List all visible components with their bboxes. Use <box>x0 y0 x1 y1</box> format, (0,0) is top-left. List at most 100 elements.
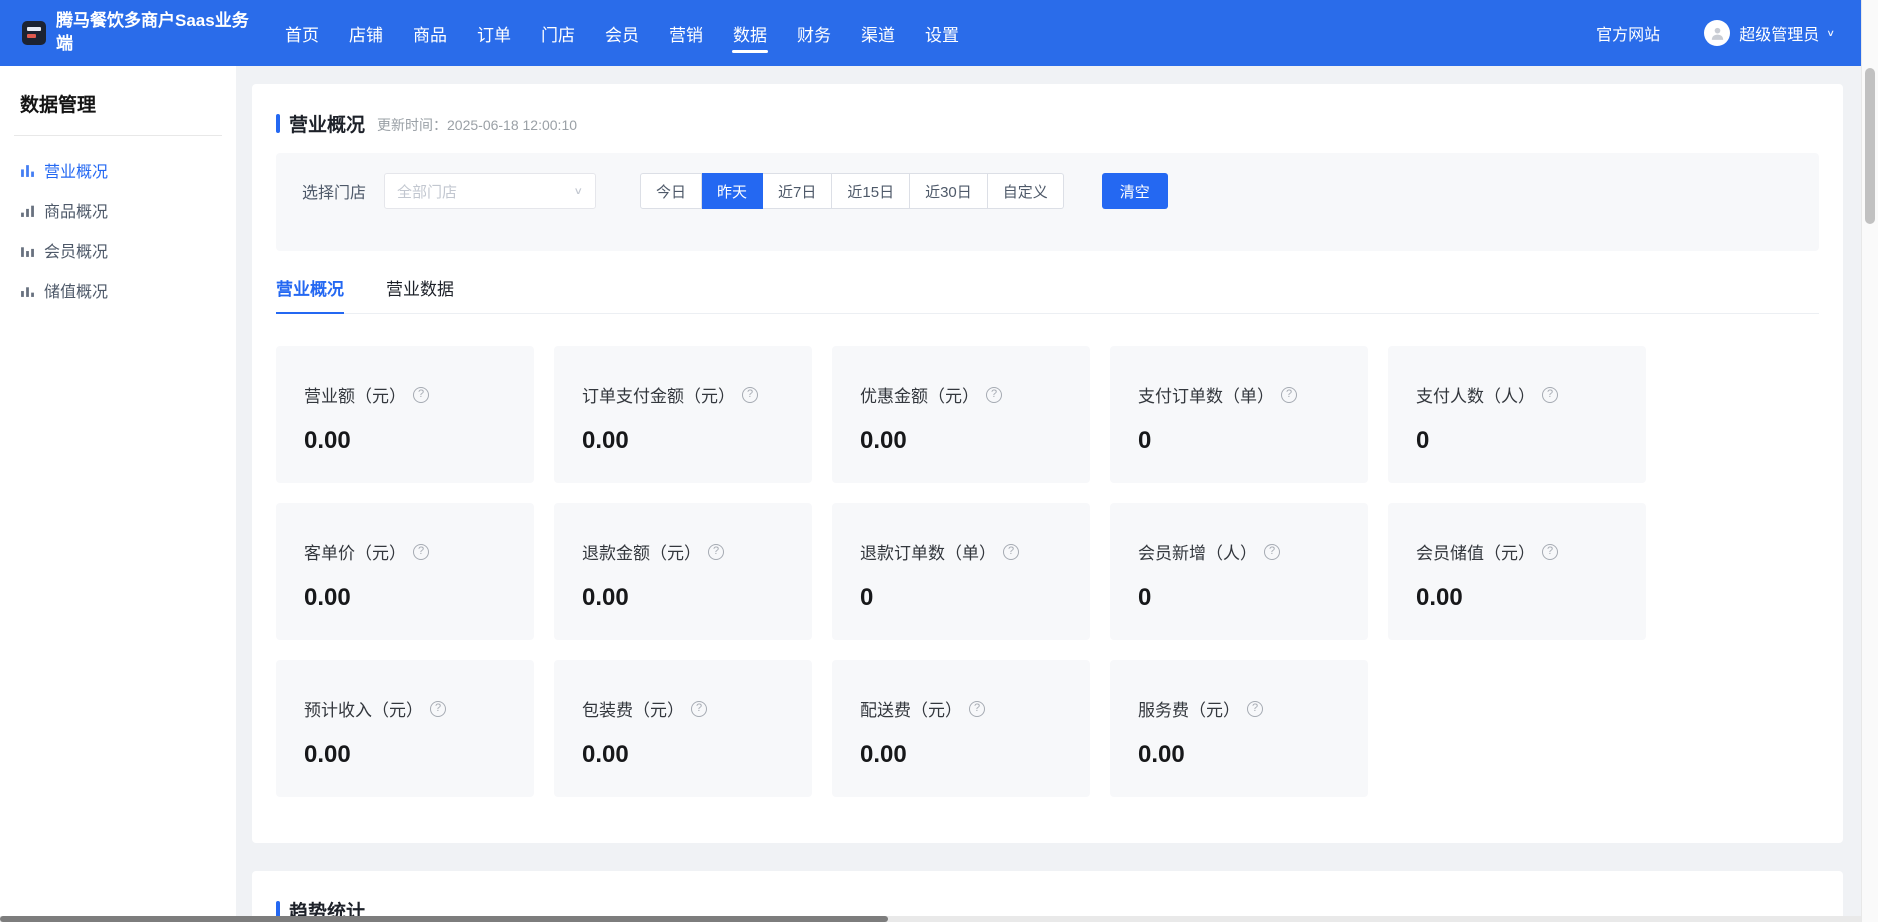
store-select[interactable]: 全部门店 ∨ <box>384 173 596 209</box>
nav-item-orders[interactable]: 订单 <box>462 0 526 66</box>
help-icon[interactable]: ? <box>1247 701 1263 717</box>
help-icon[interactable]: ? <box>986 387 1002 403</box>
business-overview-card: 营业概况 更新时间：2025-06-18 12:00:10 选择门店 全部门店 … <box>252 84 1843 843</box>
section-title: 营业概况 <box>289 110 365 137</box>
range-button-7days[interactable]: 近7日 <box>763 173 832 209</box>
nav-item-stores[interactable]: 门店 <box>526 0 590 66</box>
stat-label: 营业额（元） <box>304 382 406 407</box>
nav-item-channels[interactable]: 渠道 <box>846 0 910 66</box>
help-icon[interactable]: ? <box>1281 387 1297 403</box>
bar-chart-icon <box>20 203 35 218</box>
stat-label: 预计收入（元） <box>304 696 423 721</box>
nav-item-home[interactable]: 首页 <box>270 0 334 66</box>
help-icon[interactable]: ? <box>430 701 446 717</box>
nav-item-members[interactable]: 会员 <box>590 0 654 66</box>
stat-value: 0 <box>1138 584 1340 612</box>
sidebar-title: 数据管理 <box>0 90 236 117</box>
bar-chart-icon <box>20 163 35 178</box>
vertical-scrollbar[interactable] <box>1861 0 1878 922</box>
filter-row: 选择门店 全部门店 ∨ 今日 昨天 近7日 近15日 近30日 自定义 <box>302 173 1168 209</box>
nav-item-finance[interactable]: 财务 <box>782 0 846 66</box>
stat-card-paying-users: 支付人数（人）? 0 <box>1388 346 1646 483</box>
sidebar-divider <box>14 135 222 136</box>
sidebar-item-label: 商品概况 <box>44 198 108 222</box>
range-button-today[interactable]: 今日 <box>640 173 702 209</box>
stat-label: 退款订单数（单） <box>860 539 996 564</box>
sidebar-item-business-overview[interactable]: 营业概况 <box>0 150 236 190</box>
date-range-group: 今日 昨天 近7日 近15日 近30日 自定义 <box>640 173 1064 209</box>
stat-card-estimated-income: 预计收入（元）? 0.00 <box>276 660 534 797</box>
stat-card-refund-amount: 退款金额（元）? 0.00 <box>554 503 812 640</box>
nav-item-settings[interactable]: 设置 <box>910 0 974 66</box>
nav-item-shop[interactable]: 店铺 <box>334 0 398 66</box>
help-icon[interactable]: ? <box>1542 544 1558 560</box>
tab-business-overview[interactable]: 营业概况 <box>276 275 344 313</box>
sidebar: 数据管理 营业概况 商品概况 会员概况 储值概况 <box>0 66 236 922</box>
stat-label: 会员储值（元） <box>1416 539 1535 564</box>
sidebar-item-member-overview[interactable]: 会员概况 <box>0 230 236 270</box>
nav-item-marketing[interactable]: 营销 <box>654 0 718 66</box>
nav-item-data[interactable]: 数据 <box>718 0 782 66</box>
sidebar-item-label: 储值概况 <box>44 278 108 302</box>
sidebar-item-label: 营业概况 <box>44 158 108 182</box>
stat-value: 0.00 <box>582 741 784 769</box>
stat-card-discount-amount: 优惠金额（元）? 0.00 <box>832 346 1090 483</box>
top-navbar: 腾马餐饮多商户Saas业务端 首页 店铺 商品 订单 门店 会员 营销 数据 财… <box>0 0 1861 66</box>
sidebar-item-stored-value-overview[interactable]: 储值概况 <box>0 270 236 310</box>
trend-statistics-card: 趋势统计 <box>252 871 1843 922</box>
stat-label: 订单支付金额（元） <box>582 382 735 407</box>
app-title: 腾马餐饮多商户Saas业务端 <box>56 10 252 56</box>
range-button-yesterday[interactable]: 昨天 <box>702 173 763 209</box>
tab-business-data[interactable]: 营业数据 <box>386 275 454 313</box>
range-button-30days[interactable]: 近30日 <box>910 173 988 209</box>
stat-label: 服务费（元） <box>1138 696 1240 721</box>
stat-card-revenue: 营业额（元）? 0.00 <box>276 346 534 483</box>
official-website-link[interactable]: 官方网站 <box>1596 21 1660 45</box>
help-icon[interactable]: ? <box>1542 387 1558 403</box>
stat-value: 0.00 <box>304 427 506 455</box>
help-icon[interactable]: ? <box>413 544 429 560</box>
stat-value: 0.00 <box>860 741 1062 769</box>
stat-card-packaging-fee: 包装费（元）? 0.00 <box>554 660 812 797</box>
stat-card-avg-order-value: 客单价（元）? 0.00 <box>276 503 534 640</box>
help-icon[interactable]: ? <box>969 701 985 717</box>
update-time: 更新时间：2025-06-18 12:00:10 <box>377 112 577 135</box>
horizontal-scrollbar[interactable] <box>0 916 1861 922</box>
range-button-custom[interactable]: 自定义 <box>988 173 1064 209</box>
vertical-scrollbar-thumb[interactable] <box>1865 68 1875 224</box>
user-avatar[interactable] <box>1704 20 1730 46</box>
stat-grid: 营业额（元）? 0.00 订单支付金额（元）? 0.00 优惠金额（元）? 0.… <box>276 346 1819 797</box>
horizontal-scrollbar-thumb[interactable] <box>0 916 888 922</box>
help-icon[interactable]: ? <box>1003 544 1019 560</box>
range-button-15days[interactable]: 近15日 <box>832 173 910 209</box>
help-icon[interactable]: ? <box>742 387 758 403</box>
sidebar-item-label: 会员概况 <box>44 238 108 262</box>
stat-value: 0.00 <box>1138 741 1340 769</box>
stat-label: 支付订单数（单） <box>1138 382 1274 407</box>
main-content: 营业概况 更新时间：2025-06-18 12:00:10 选择门店 全部门店 … <box>236 66 1861 922</box>
stat-value: 0.00 <box>582 427 784 455</box>
stat-label: 退款金额（元） <box>582 539 701 564</box>
stat-value: 0 <box>1138 427 1340 455</box>
stat-card-new-members: 会员新增（人）? 0 <box>1110 503 1368 640</box>
user-menu-trigger[interactable]: 超级管理员 ∨ <box>1739 21 1835 45</box>
help-icon[interactable]: ? <box>1264 544 1280 560</box>
navbar-right: 官方网站 超级管理员 ∨ <box>1596 20 1835 46</box>
bar-chart-icon <box>20 243 35 258</box>
app-viewport: 腾马餐饮多商户Saas业务端 首页 店铺 商品 订单 门店 会员 营销 数据 财… <box>0 0 1861 922</box>
logo-icon <box>22 21 46 45</box>
nav-item-goods[interactable]: 商品 <box>398 0 462 66</box>
accent-bar <box>276 114 280 133</box>
clear-button[interactable]: 清空 <box>1102 173 1168 209</box>
stat-value: 0.00 <box>860 427 1062 455</box>
stat-label: 会员新增（人） <box>1138 539 1257 564</box>
help-icon[interactable]: ? <box>691 701 707 717</box>
help-icon[interactable]: ? <box>708 544 724 560</box>
sidebar-item-goods-overview[interactable]: 商品概况 <box>0 190 236 230</box>
help-icon[interactable]: ? <box>413 387 429 403</box>
stat-label: 支付人数（人） <box>1416 382 1535 407</box>
stat-card-paid-orders: 支付订单数（单）? 0 <box>1110 346 1368 483</box>
filter-panel: 选择门店 全部门店 ∨ 今日 昨天 近7日 近15日 近30日 自定义 <box>276 153 1819 251</box>
stat-card-refund-orders: 退款订单数（单）? 0 <box>832 503 1090 640</box>
stat-label: 配送费（元） <box>860 696 962 721</box>
